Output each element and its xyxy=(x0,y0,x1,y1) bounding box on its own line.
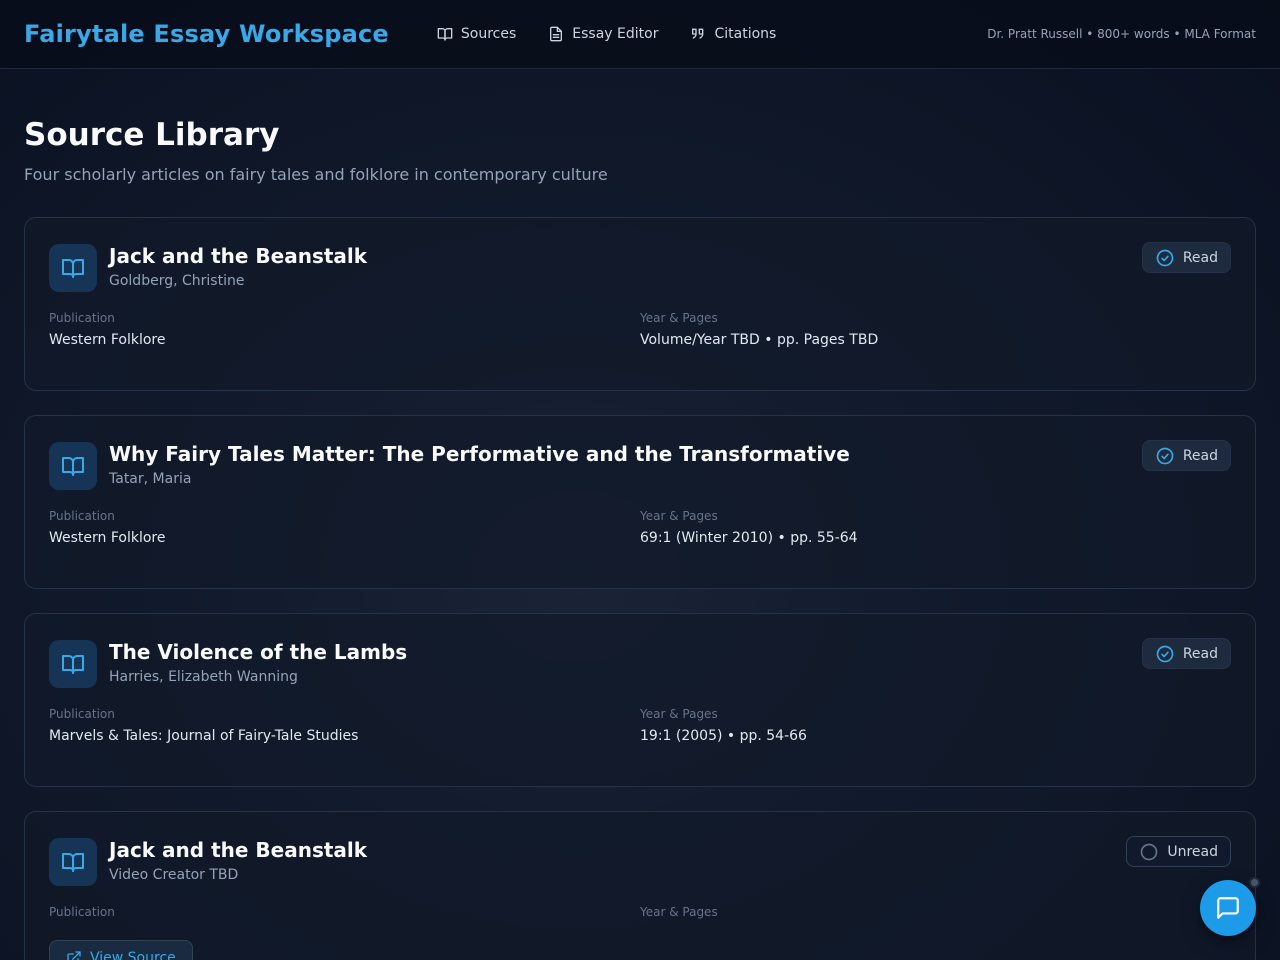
read-status-toggle[interactable]: Read xyxy=(1141,638,1231,669)
status-label: Read xyxy=(1182,249,1218,266)
nav-essay-editor[interactable]: Essay Editor xyxy=(532,18,674,50)
source-card[interactable]: Jack and the Beanstalk Video Creator TBD… xyxy=(24,811,1256,960)
status-label: Unread xyxy=(1167,843,1218,860)
chat-button[interactable] xyxy=(1200,880,1256,936)
book-icon xyxy=(49,838,97,886)
book-open-icon xyxy=(437,28,453,41)
status-label: Read xyxy=(1182,447,1218,464)
source-list: Jack and the Beanstalk Goldberg, Christi… xyxy=(24,217,1256,960)
year-pages-value: 19:1 (2005) • pp. 54-66 xyxy=(640,728,807,744)
publication-value: Western Folklore xyxy=(49,530,166,546)
source-title: Jack and the Beanstalk xyxy=(109,244,368,268)
book-icon xyxy=(49,640,97,688)
read-status-toggle[interactable]: Read xyxy=(1141,242,1231,273)
year-pages-value: 69:1 (Winter 2010) • pp. 55-64 xyxy=(640,530,858,546)
app-title[interactable]: Fairytale Essay Workspace xyxy=(24,20,389,48)
nav-citations-label: Citations xyxy=(714,26,777,42)
view-source-button[interactable]: View Source xyxy=(49,940,193,960)
nav-sources-label: Sources xyxy=(460,26,517,42)
year-pages-label: Year & Pages xyxy=(640,311,718,325)
top-bar: Fairytale Essay Workspace Sources Essay … xyxy=(0,0,1280,69)
publication-label: Publication xyxy=(49,905,115,919)
nav-citations[interactable]: Citations xyxy=(674,18,792,50)
read-status-toggle[interactable]: Read xyxy=(1141,440,1231,471)
main-content: Source Library Four scholarly articles o… xyxy=(0,117,1280,960)
empty-circle-icon xyxy=(1141,843,1158,860)
unread-status-toggle[interactable]: Unread xyxy=(1126,836,1231,867)
external-link-icon xyxy=(67,951,81,960)
check-circle-icon xyxy=(1156,645,1174,662)
chat-icon xyxy=(1217,897,1239,919)
year-pages-label: Year & Pages xyxy=(640,905,718,919)
source-author: Video Creator TBD xyxy=(109,867,239,883)
page-title: Source Library xyxy=(24,117,280,153)
source-card[interactable]: The Violence of the Lambs Harries, Eliza… xyxy=(24,613,1256,787)
notification-dot xyxy=(1249,877,1260,888)
year-pages-value: Volume/Year TBD • pp. Pages TBD xyxy=(640,332,879,348)
check-circle-icon xyxy=(1156,249,1174,266)
source-card[interactable]: Jack and the Beanstalk Goldberg, Christi… xyxy=(24,217,1256,391)
source-title: The Violence of the Lambs xyxy=(109,640,408,664)
source-author: Harries, Elizabeth Wanning xyxy=(109,669,298,685)
nav-sources[interactable]: Sources xyxy=(421,18,532,50)
publication-value: Western Folklore xyxy=(49,332,166,348)
year-pages-label: Year & Pages xyxy=(640,509,718,523)
book-icon xyxy=(49,244,97,292)
assignment-meta: Dr. Pratt Russell • 800+ words • MLA For… xyxy=(987,27,1256,41)
status-label: Read xyxy=(1182,645,1218,662)
source-title: Why Fairy Tales Matter: The Performative… xyxy=(109,442,850,466)
publication-value: Marvels & Tales: Journal of Fairy-Tale S… xyxy=(49,728,359,744)
source-card[interactable]: Why Fairy Tales Matter: The Performative… xyxy=(24,415,1256,589)
publication-label: Publication xyxy=(49,509,115,523)
view-source-label: View Source xyxy=(90,950,176,960)
year-pages-label: Year & Pages xyxy=(640,707,718,721)
page-subtitle: Four scholarly articles on fairy tales a… xyxy=(24,165,608,184)
publication-label: Publication xyxy=(49,707,115,721)
document-icon xyxy=(550,26,563,42)
quote-icon xyxy=(692,28,704,39)
nav-essay-editor-label: Essay Editor xyxy=(572,26,659,42)
publication-label: Publication xyxy=(49,311,115,325)
source-author: Goldberg, Christine xyxy=(109,273,245,289)
source-title: Jack and the Beanstalk xyxy=(109,838,368,862)
main-nav: Sources Essay Editor Citations xyxy=(421,18,792,50)
check-circle-icon xyxy=(1156,447,1174,464)
source-author: Tatar, Maria xyxy=(109,471,192,487)
book-icon xyxy=(49,442,97,490)
